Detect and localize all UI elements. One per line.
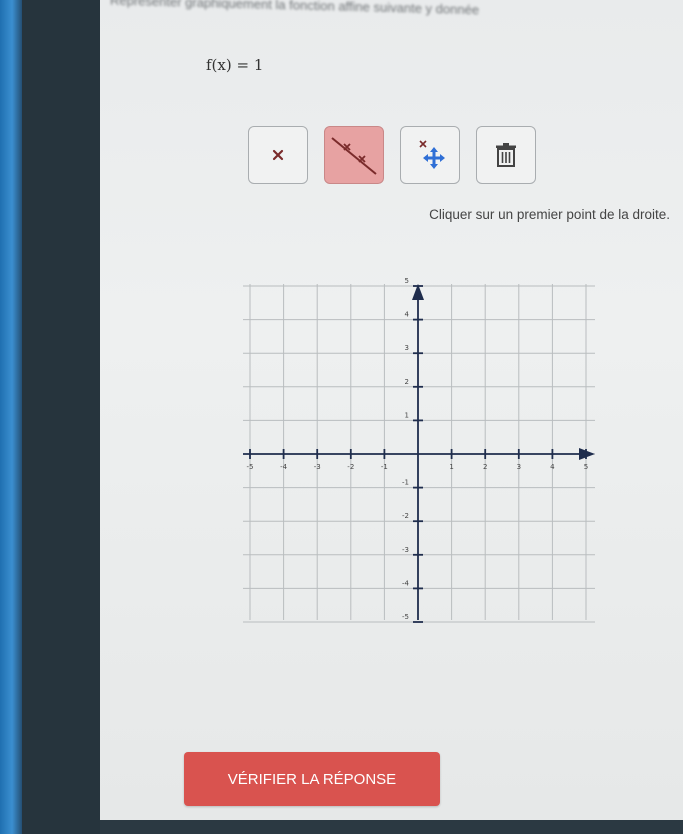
screen-bottom-edge: [100, 820, 683, 834]
point-tool-button[interactable]: [248, 126, 308, 184]
x-tick-label: -4: [280, 463, 288, 471]
x-axis-arrow: [579, 448, 595, 460]
x-tick-label: -1: [381, 463, 388, 471]
instruction-text: Cliquer sur un premier point de la droit…: [429, 207, 670, 222]
x-tick-label: -2: [347, 463, 354, 471]
y-tick-label: 3: [405, 344, 409, 352]
x-tick-label: 3: [517, 463, 521, 471]
x-mark-icon: [272, 149, 284, 161]
x-tick-label: 2: [483, 463, 487, 471]
delete-tool-button[interactable]: [476, 126, 536, 184]
y-tick-label: 1: [405, 411, 409, 419]
coordinate-graph[interactable]: -5 -4 -3 -2 -1 1 2 3 4 5 5 4 3 2 1 -1 -2 -3 -4 -5: [225, 270, 610, 640]
x-tick-label: -3: [314, 463, 321, 471]
function-label: f(x) = 1: [206, 56, 264, 74]
y-tick-label: -4: [402, 579, 410, 587]
x-tick-label: 5: [584, 463, 588, 471]
y-tick-label: 4: [405, 311, 410, 319]
graph-canvas[interactable]: -5 -4 -3 -2 -1 1 2 3 4 5 5 4 3 2 1 -1 -2 -3 -4 -5: [225, 270, 610, 640]
y-tick-label: 2: [405, 378, 409, 386]
y-tick-label: -5: [402, 613, 409, 621]
line-icon: [331, 137, 377, 175]
x-tick-label: 4: [550, 463, 555, 471]
move-arrows-icon: [419, 140, 445, 169]
monitor-bezel: [22, 0, 112, 834]
y-tick-label: -3: [402, 546, 409, 554]
verify-answer-button[interactable]: VÉRIFIER LA RÉPONSE: [184, 752, 440, 806]
trash-icon: [496, 143, 516, 167]
x-tick-label: -5: [247, 463, 254, 471]
y-tick-label: -2: [402, 512, 409, 520]
window-edge-blue: [0, 0, 22, 834]
line-tool-button[interactable]: [324, 126, 384, 184]
x-tick-label: 1: [449, 463, 453, 471]
move-tool-button[interactable]: [400, 126, 460, 184]
y-tick-label: 5: [405, 277, 409, 285]
y-tick-label: -1: [402, 479, 409, 487]
